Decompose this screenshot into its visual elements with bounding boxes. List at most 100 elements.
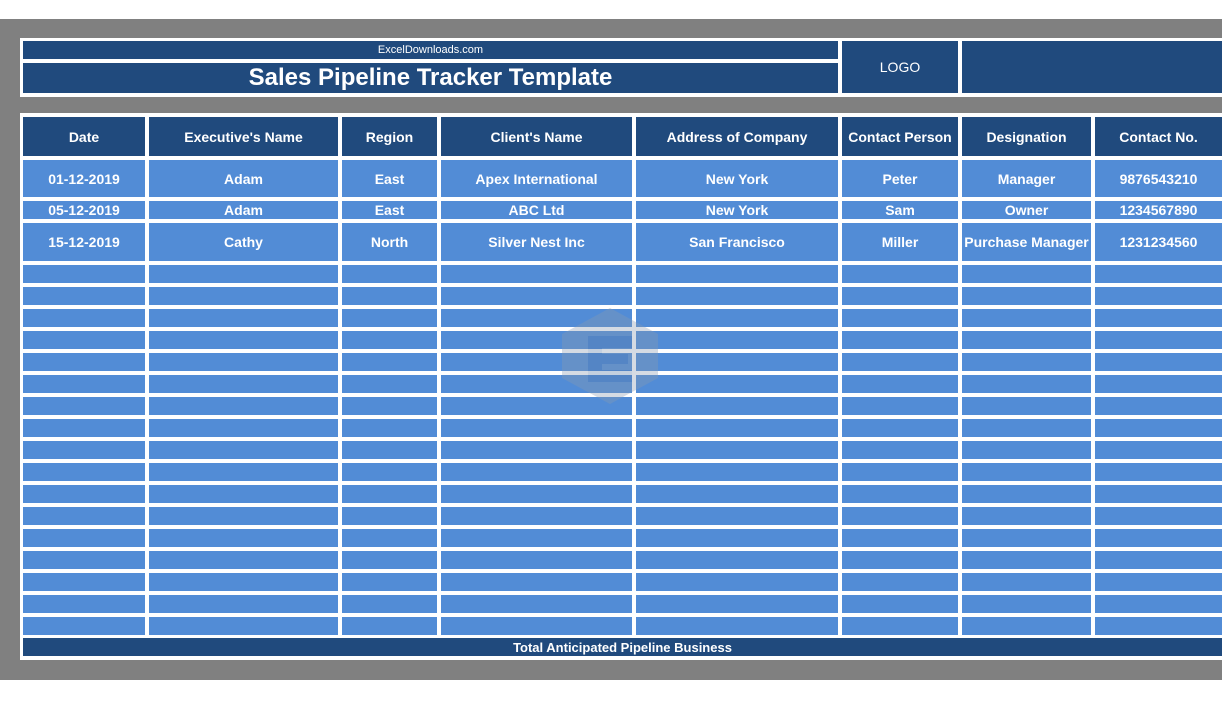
- empty-cell[interactable]: [149, 397, 338, 415]
- table-cell[interactable]: San Francisco: [636, 223, 838, 261]
- empty-cell[interactable]: [1095, 617, 1222, 635]
- empty-cell[interactable]: [636, 463, 838, 481]
- empty-cell[interactable]: [23, 573, 145, 591]
- empty-cell[interactable]: [636, 397, 838, 415]
- empty-cell[interactable]: [1095, 573, 1222, 591]
- empty-cell[interactable]: [149, 507, 338, 525]
- empty-cell[interactable]: [1095, 485, 1222, 503]
- empty-cell[interactable]: [962, 309, 1091, 327]
- empty-cell[interactable]: [636, 573, 838, 591]
- empty-cell[interactable]: [23, 331, 145, 349]
- empty-cell[interactable]: [1095, 397, 1222, 415]
- empty-cell[interactable]: [149, 287, 338, 305]
- empty-cell[interactable]: [342, 441, 437, 459]
- empty-cell[interactable]: [636, 353, 838, 371]
- table-cell[interactable]: Miller: [842, 223, 958, 261]
- table-cell[interactable]: Manager: [962, 160, 1091, 197]
- empty-cell[interactable]: [342, 573, 437, 591]
- empty-cell[interactable]: [1095, 309, 1222, 327]
- empty-cell[interactable]: [23, 551, 145, 569]
- empty-cell[interactable]: [342, 529, 437, 547]
- empty-cell[interactable]: [1095, 265, 1222, 283]
- empty-cell[interactable]: [842, 419, 958, 437]
- table-cell[interactable]: ABC Ltd: [441, 201, 632, 219]
- empty-cell[interactable]: [441, 419, 632, 437]
- empty-cell[interactable]: [842, 595, 958, 613]
- empty-cell[interactable]: [342, 265, 437, 283]
- empty-cell[interactable]: [962, 287, 1091, 305]
- table-cell[interactable]: 05-12-2019: [23, 201, 145, 219]
- empty-cell[interactable]: [149, 419, 338, 437]
- empty-cell[interactable]: [962, 375, 1091, 393]
- table-cell[interactable]: New York: [636, 160, 838, 197]
- total-row[interactable]: Total Anticipated Pipeline Business: [23, 638, 1222, 656]
- empty-cell[interactable]: [23, 595, 145, 613]
- empty-cell[interactable]: [441, 551, 632, 569]
- empty-cell[interactable]: [962, 463, 1091, 481]
- empty-cell[interactable]: [342, 353, 437, 371]
- empty-cell[interactable]: [842, 265, 958, 283]
- column-header[interactable]: Contact Person: [842, 117, 958, 156]
- empty-cell[interactable]: [342, 287, 437, 305]
- column-header[interactable]: Client's Name: [441, 117, 632, 156]
- empty-cell[interactable]: [636, 375, 838, 393]
- empty-cell[interactable]: [842, 617, 958, 635]
- empty-cell[interactable]: [636, 331, 838, 349]
- empty-cell[interactable]: [342, 617, 437, 635]
- empty-cell[interactable]: [962, 551, 1091, 569]
- empty-cell[interactable]: [842, 529, 958, 547]
- empty-cell[interactable]: [342, 309, 437, 327]
- empty-cell[interactable]: [1095, 441, 1222, 459]
- empty-cell[interactable]: [23, 463, 145, 481]
- empty-cell[interactable]: [342, 397, 437, 415]
- empty-cell[interactable]: [441, 463, 632, 481]
- empty-cell[interactable]: [23, 419, 145, 437]
- empty-cell[interactable]: [342, 375, 437, 393]
- empty-cell[interactable]: [962, 573, 1091, 591]
- table-cell[interactable]: 9876543210: [1095, 160, 1222, 197]
- empty-cell[interactable]: [962, 331, 1091, 349]
- empty-cell[interactable]: [149, 265, 338, 283]
- empty-cell[interactable]: [23, 617, 145, 635]
- empty-cell[interactable]: [23, 507, 145, 525]
- empty-cell[interactable]: [441, 287, 632, 305]
- table-cell[interactable]: Peter: [842, 160, 958, 197]
- empty-cell[interactable]: [149, 309, 338, 327]
- empty-cell[interactable]: [636, 617, 838, 635]
- empty-cell[interactable]: [636, 551, 838, 569]
- empty-cell[interactable]: [441, 507, 632, 525]
- empty-cell[interactable]: [636, 485, 838, 503]
- table-cell[interactable]: 15-12-2019: [23, 223, 145, 261]
- empty-cell[interactable]: [1095, 353, 1222, 371]
- empty-cell[interactable]: [23, 441, 145, 459]
- empty-cell[interactable]: [962, 397, 1091, 415]
- empty-cell[interactable]: [23, 485, 145, 503]
- empty-cell[interactable]: [636, 309, 838, 327]
- empty-cell[interactable]: [962, 265, 1091, 283]
- empty-cell[interactable]: [962, 595, 1091, 613]
- empty-cell[interactable]: [342, 507, 437, 525]
- table-cell[interactable]: 01-12-2019: [23, 160, 145, 197]
- empty-cell[interactable]: [23, 397, 145, 415]
- empty-cell[interactable]: [342, 331, 437, 349]
- empty-cell[interactable]: [842, 309, 958, 327]
- empty-cell[interactable]: [1095, 331, 1222, 349]
- empty-cell[interactable]: [23, 353, 145, 371]
- empty-cell[interactable]: [342, 485, 437, 503]
- empty-cell[interactable]: [441, 573, 632, 591]
- empty-cell[interactable]: [842, 551, 958, 569]
- empty-cell[interactable]: [842, 485, 958, 503]
- empty-cell[interactable]: [842, 287, 958, 305]
- empty-cell[interactable]: [149, 441, 338, 459]
- empty-cell[interactable]: [149, 573, 338, 591]
- column-header[interactable]: Region: [342, 117, 437, 156]
- empty-cell[interactable]: [1095, 287, 1222, 305]
- table-cell[interactable]: Owner: [962, 201, 1091, 219]
- header-blank-cell[interactable]: [962, 41, 1222, 93]
- column-header[interactable]: Address of Company: [636, 117, 838, 156]
- empty-cell[interactable]: [962, 485, 1091, 503]
- empty-cell[interactable]: [441, 617, 632, 635]
- empty-cell[interactable]: [842, 375, 958, 393]
- empty-cell[interactable]: [962, 617, 1091, 635]
- table-cell[interactable]: 1231234560: [1095, 223, 1222, 261]
